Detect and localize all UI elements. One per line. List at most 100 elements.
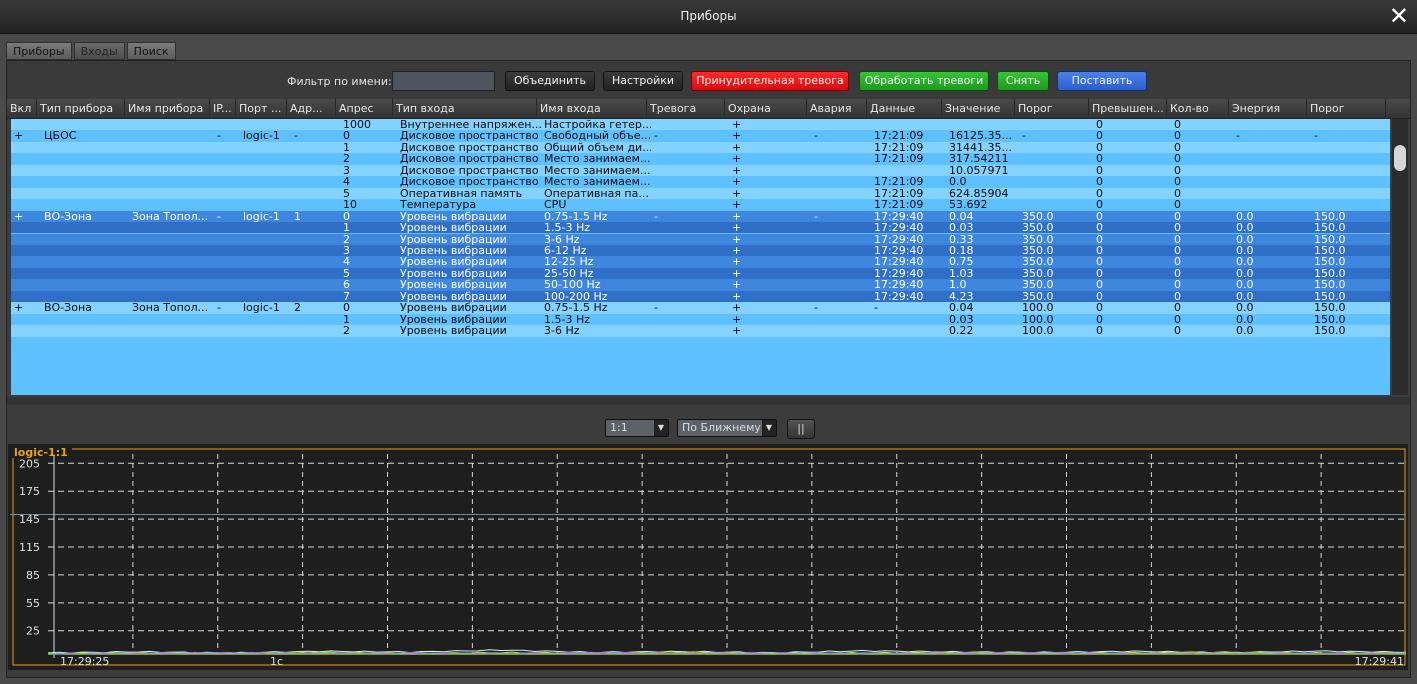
table-cell: 1000 xyxy=(343,119,371,131)
table-cell: 0 xyxy=(1174,130,1181,142)
table-row[interactable]: 5 Оперативная память Оперативная па... +17:… xyxy=(11,187,1390,200)
table-cell xyxy=(240,199,291,210)
y-tick-label: 115 xyxy=(19,541,40,554)
table-cell: 0.03 xyxy=(949,222,974,234)
column-header[interactable]: Тревога xyxy=(647,99,725,119)
table-cell xyxy=(651,325,729,336)
table-cell xyxy=(214,153,240,164)
table-cell: 3 xyxy=(343,164,350,177)
table-cell xyxy=(41,314,129,325)
table-cell xyxy=(1019,153,1093,164)
table-cell xyxy=(1233,176,1311,187)
column-header[interactable]: Превышен... xyxy=(1089,99,1167,119)
force-alarm-button[interactable]: Принудительная тревога xyxy=(691,71,849,91)
process-alarms-button[interactable]: Обработать тревоги xyxy=(859,71,989,91)
close-icon[interactable]: ✕ xyxy=(1389,3,1409,29)
filter-input[interactable] xyxy=(392,71,495,91)
table-cell: Оперативная память xyxy=(400,187,523,200)
table-cell xyxy=(11,222,41,233)
table-cell: 17:29:40 xyxy=(874,244,924,257)
column-header[interactable]: Данные xyxy=(867,99,942,119)
table-cell xyxy=(291,199,340,210)
filter-bar: Фильтр по имени: Объединить Настройки Пр… xyxy=(7,61,1410,99)
tab-inputs[interactable]: Входы xyxy=(73,42,125,60)
column-header[interactable]: Охрана xyxy=(725,99,807,119)
arm-button[interactable]: Поставить xyxy=(1057,71,1147,91)
table-row[interactable]: 5 Уровень вибрации 25-50 Hz +17:29:40 1.03 35… xyxy=(11,267,1390,280)
column-header[interactable]: Имя прибора xyxy=(125,99,210,119)
table-cell xyxy=(291,256,340,267)
table-row[interactable]: 2 Уровень вибрации 3-6 Hz +17:29:40 0.33 350.… xyxy=(11,233,1390,245)
column-header[interactable]: Кол-во xyxy=(1167,99,1229,119)
line-chart: logic-1:120517514511585552517:29:25 1с 17:… xyxy=(10,444,1407,668)
scrollbar-thumb[interactable] xyxy=(1394,145,1406,171)
column-header[interactable]: Энергия xyxy=(1229,99,1307,119)
table-row[interactable]: 6 Уровень вибрации 50-100 Hz +17:29:40 1.0 35… xyxy=(11,279,1390,291)
column-header[interactable]: Адр... xyxy=(287,99,336,119)
table-row[interactable]: 1000 Внутреннее напряжен... Настройка гете… xyxy=(11,119,1390,131)
column-header[interactable]: Значение xyxy=(942,99,1015,119)
table-cell: 5 xyxy=(343,267,350,280)
pane-splitter[interactable] xyxy=(7,397,1410,405)
table-row[interactable]: 1 Дисковое пространство Общий объем ди... +… xyxy=(11,141,1390,154)
x-start-label: 17:29:25 xyxy=(60,655,109,668)
y-tick-label: 55 xyxy=(26,597,40,610)
table-cell xyxy=(291,314,340,325)
column-header[interactable]: Порог xyxy=(1015,99,1089,119)
table-scrollbar[interactable] xyxy=(1392,119,1408,395)
table-cell: 0 xyxy=(1096,176,1103,188)
table-cell: 7 xyxy=(343,290,350,303)
table-cell xyxy=(214,119,240,130)
table-cell xyxy=(811,234,871,245)
scale-select[interactable]: 1:1 ▼ xyxy=(605,419,669,437)
column-header[interactable]: Вкл xyxy=(7,99,37,119)
column-header[interactable]: Тип прибора xyxy=(37,99,125,119)
column-header[interactable]: Апрес xyxy=(336,99,393,119)
table-row[interactable]: 1 Уровень вибрации 1.5-3 Hz +0.03 100.0 0 0 0.0… xyxy=(11,313,1390,326)
table-cell xyxy=(214,256,240,267)
table-cell: 150.0 xyxy=(1314,325,1346,337)
column-header[interactable]: Авария xyxy=(807,99,867,119)
table-cell xyxy=(291,176,340,187)
table-row[interactable]: + ЦБОС - logic-1 - 0 Дисковое пространство Своб… xyxy=(11,130,1390,142)
table-row[interactable]: 10 Температура CPU +17:21:09 53.692 0 0 xyxy=(11,199,1390,211)
table-row[interactable]: 3 Дисковое пространство Место занимаем... +… xyxy=(11,164,1390,177)
table-cell: - xyxy=(1236,130,1240,142)
tab-search[interactable]: Поиск xyxy=(126,42,176,60)
interpolation-select[interactable]: По Ближнему ▼ xyxy=(677,419,777,437)
table-cell xyxy=(41,153,129,164)
table-cell xyxy=(291,188,340,199)
table-row[interactable]: + ВО-Зона Зона Топол... - logic-1 1 0 Уровень в… xyxy=(11,210,1390,223)
column-header[interactable]: Порт ... xyxy=(236,99,287,119)
table-row[interactable]: 7 Уровень вибрации 100-200 Hz +17:29:40 4.23… xyxy=(11,290,1390,303)
table-cell: Уровень вибрации xyxy=(400,290,507,303)
column-header[interactable]: Порог xyxy=(1307,99,1386,119)
table-cell: 25-50 Hz xyxy=(544,267,594,280)
tab-devices[interactable]: Приборы xyxy=(6,42,72,60)
merge-button[interactable]: Объединить xyxy=(505,71,595,91)
table-row[interactable]: 3 Уровень вибрации 6-12 Hz +17:29:40 0.18 350… xyxy=(11,244,1390,257)
column-header[interactable]: Тип входа xyxy=(393,99,537,119)
table-cell: Свободный объе... xyxy=(544,130,651,142)
table-cell: 624.85904 xyxy=(949,187,1009,200)
table-cell: 0 xyxy=(1096,210,1103,223)
column-header[interactable]: IP... xyxy=(210,99,236,119)
column-header[interactable]: Имя входа xyxy=(537,99,647,119)
settings-button[interactable]: Настройки xyxy=(603,71,683,91)
table-row[interactable]: 4 Дисковое пространство Место занимаем... +… xyxy=(11,176,1390,188)
table-row[interactable]: 2 Уровень вибрации 3-6 Hz +0.22 100.0 0 0 0.0 15… xyxy=(11,325,1390,337)
table-cell: 150.0 xyxy=(1314,313,1346,326)
x-scale-label: 1с xyxy=(270,655,283,668)
table-row[interactable]: 4 Уровень вибрации 12-25 Hz +17:29:40 0.75 35… xyxy=(11,256,1390,268)
disarm-button[interactable]: Снять xyxy=(997,71,1049,91)
table-cell: 0 xyxy=(343,302,350,314)
table-cell xyxy=(946,119,1019,130)
table-row[interactable]: 1 Уровень вибрации 1.5-3 Hz +17:29:40 0.03 35… xyxy=(11,222,1390,234)
table-row[interactable]: 2 Дисковое пространство Место занимаем... +… xyxy=(11,153,1390,165)
table-cell: + xyxy=(732,199,742,211)
table-cell: 6 xyxy=(343,279,350,291)
table-cell xyxy=(811,165,871,176)
pause-button[interactable]: || xyxy=(787,419,815,439)
table-row[interactable]: + ВО-Зона Зона Топол... - logic-1 2 0 Уровень в… xyxy=(11,302,1390,314)
table-cell: 17:21:09 xyxy=(874,176,924,188)
